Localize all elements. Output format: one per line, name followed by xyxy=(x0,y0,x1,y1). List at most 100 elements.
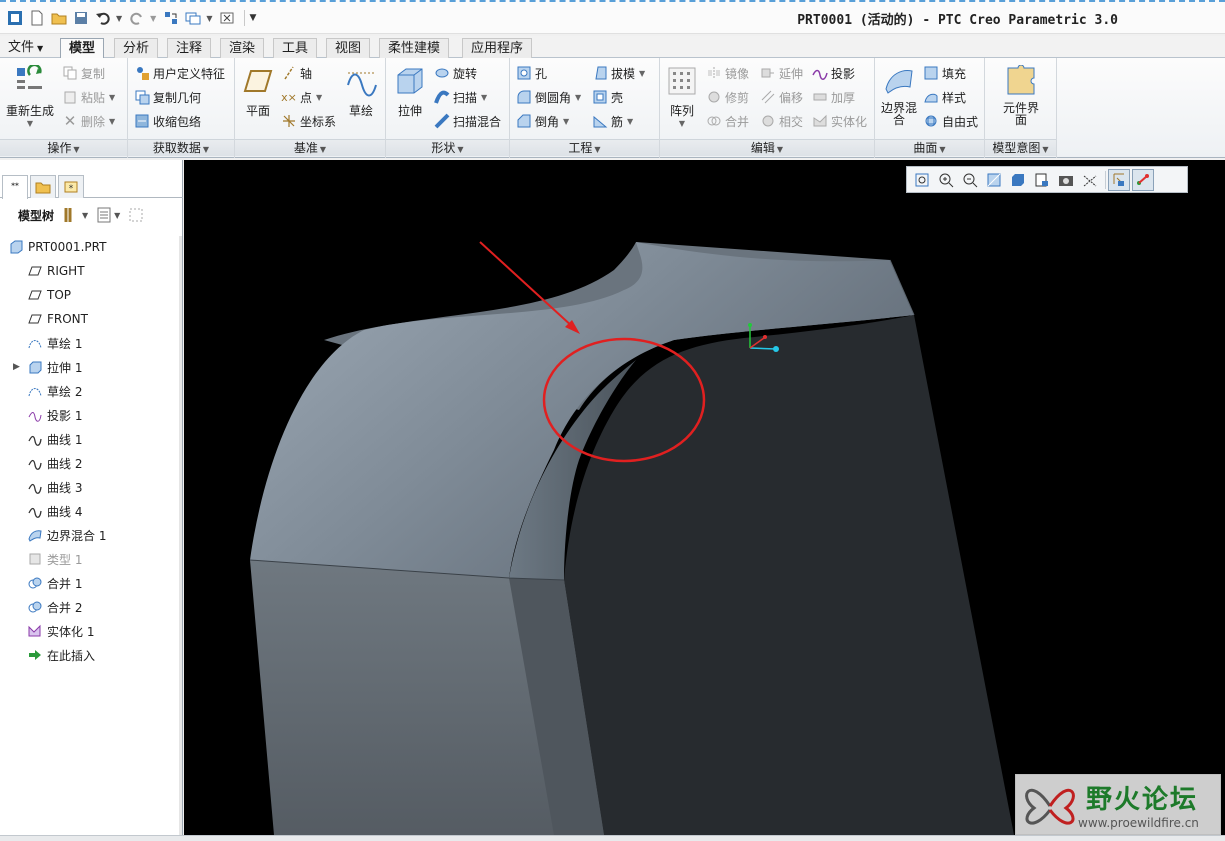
tree-node-part[interactable]: PRT0001.PRT xyxy=(0,236,106,258)
chamfer-button[interactable]: 倒角 ▼ xyxy=(516,111,569,131)
undo-icon[interactable] xyxy=(94,9,112,27)
tree-node-boundary-blend-1[interactable]: 边界混合 1 xyxy=(0,524,106,546)
tree-node-insert-here[interactable]: 在此插入 xyxy=(0,644,95,666)
model-tree-tab[interactable]: ᕯ xyxy=(2,175,28,199)
tree-settings-icon[interactable]: ▼ xyxy=(62,206,88,224)
saved-orientations-icon[interactable] xyxy=(1031,169,1053,191)
tree-node-solidify-1[interactable]: 实体化 1 xyxy=(0,620,94,642)
csys-button[interactable]: 坐标系 xyxy=(281,111,336,131)
extrude-button[interactable]: 拉伸 xyxy=(392,64,428,119)
delete-button[interactable]: ✕ 删除 ▼ xyxy=(62,111,115,131)
regenerate-icon[interactable] xyxy=(162,9,180,27)
copy-button[interactable]: 复制 xyxy=(62,63,105,83)
tree-node-sketch-2[interactable]: 草绘 2 xyxy=(0,380,82,402)
tree-node-merge-1[interactable]: 合并 1 xyxy=(0,572,82,594)
udf-button[interactable]: 用户定义特征 xyxy=(134,63,225,83)
group-label-engineering[interactable]: 工程 ▼ xyxy=(510,139,659,156)
round-button[interactable]: 倒圆角 ▼ xyxy=(516,87,581,107)
swept-blend-button[interactable]: 扫描混合 xyxy=(434,111,501,131)
view-manager-icon[interactable] xyxy=(1055,169,1077,191)
tree-node-merge-2[interactable]: 合并 2 xyxy=(0,596,82,618)
rib-button[interactable]: 筋 ▼ xyxy=(592,111,633,131)
tree-node-sketch-1[interactable]: 草绘 1 xyxy=(0,332,82,354)
trim-button[interactable]: 修剪 xyxy=(706,87,749,107)
draft-button[interactable]: 拔模 ▼ xyxy=(592,63,645,83)
point-button[interactable]: x× 点 ▼ xyxy=(281,87,322,107)
group-label-get-data[interactable]: 获取数据 ▼ xyxy=(128,139,234,156)
tree-node-extrude-1[interactable]: ▶ 拉伸 1 xyxy=(0,356,82,378)
show-menu-icon[interactable]: ▼ xyxy=(96,207,120,223)
tree-node-curve-1[interactable]: 曲线 1 xyxy=(0,428,82,450)
display-style-icon[interactable] xyxy=(1007,169,1029,191)
shrinkwrap-button[interactable]: 收缩包络 xyxy=(134,111,201,131)
sweep-button[interactable]: 扫描 ▼ xyxy=(434,87,487,107)
folder-browser-tab[interactable] xyxy=(30,175,56,198)
tab-flexible-modeling[interactable]: 柔性建模 xyxy=(379,38,450,58)
extend-button[interactable]: 延伸 xyxy=(760,63,803,83)
project-button[interactable]: 投影 xyxy=(812,63,855,83)
windows-dropdown-icon[interactable]: ▼ xyxy=(206,14,212,23)
tree-node-top[interactable]: TOP xyxy=(0,284,71,306)
zoom-in-icon[interactable] xyxy=(935,169,957,191)
expand-arrow-icon[interactable]: ▶ xyxy=(13,362,23,372)
pattern-button[interactable]: 阵列 ▼ xyxy=(664,64,700,128)
tree-node-right[interactable]: RIGHT xyxy=(0,260,85,282)
axis-button[interactable]: 轴 xyxy=(281,63,312,83)
redo-dropdown-icon[interactable]: ▼ xyxy=(150,14,156,23)
refit-icon[interactable] xyxy=(911,169,933,191)
app-icon[interactable] xyxy=(6,9,24,27)
thicken-button[interactable]: 加厚 xyxy=(812,87,855,107)
offset-button[interactable]: 偏移 xyxy=(760,87,803,107)
close-window-icon[interactable] xyxy=(218,9,236,27)
tab-render[interactable]: 渲染 xyxy=(220,38,265,58)
tree-node-projection-1[interactable]: 投影 1 xyxy=(0,404,82,426)
tree-node-curve-2[interactable]: 曲线 2 xyxy=(0,452,82,474)
tree-scrollbar[interactable] xyxy=(179,236,182,836)
tab-file[interactable]: 文件 ▼ xyxy=(0,38,51,58)
tree-node-curve-4[interactable]: 曲线 4 xyxy=(0,500,82,522)
copy-geometry-button[interactable]: 复制几何 xyxy=(134,87,201,107)
shell-button[interactable]: 壳 xyxy=(592,87,623,107)
hole-button[interactable]: 孔 xyxy=(516,63,547,83)
repaint-icon[interactable] xyxy=(983,169,1005,191)
fill-button[interactable]: 填充 xyxy=(923,63,966,83)
style-button[interactable]: 样式 xyxy=(923,87,966,107)
boundary-blend-button[interactable]: 边界混合 xyxy=(881,64,917,126)
group-label-editing[interactable]: 编辑 ▼ xyxy=(660,139,874,156)
model-3d-view[interactable] xyxy=(184,160,1225,835)
mirror-button[interactable]: 镜像 xyxy=(706,63,749,83)
new-file-icon[interactable] xyxy=(28,9,46,27)
tab-model[interactable]: 模型 xyxy=(60,38,105,59)
group-label-model-intent[interactable]: 模型意图 ▼ xyxy=(985,139,1056,156)
favorites-tab[interactable]: * xyxy=(58,175,84,198)
tab-annotate[interactable]: 注释 xyxy=(167,38,212,58)
tree-node-curve-3[interactable]: 曲线 3 xyxy=(0,476,82,498)
tree-node-front[interactable]: FRONT xyxy=(0,308,88,330)
tab-applications[interactable]: 应用程序 xyxy=(462,38,533,58)
perspective-icon[interactable] xyxy=(1079,169,1101,191)
open-folder-icon[interactable] xyxy=(50,9,68,27)
tree-filter-icon[interactable] xyxy=(128,207,144,223)
customize-qa-icon[interactable]: ▼ xyxy=(249,13,256,23)
windows-icon[interactable] xyxy=(184,9,202,27)
datum-display-filter-icon[interactable] xyxy=(1108,168,1130,191)
merge-button[interactable]: 合并 xyxy=(706,111,749,131)
sketch-button[interactable]: 草绘 xyxy=(343,64,379,119)
plane-button[interactable]: 平面 xyxy=(241,64,275,119)
tab-analysis[interactable]: 分析 xyxy=(114,38,159,58)
save-icon[interactable] xyxy=(72,9,90,27)
freestyle-button[interactable]: 自由式 xyxy=(923,111,978,131)
group-label-datum[interactable]: 基准 ▼ xyxy=(235,139,385,156)
group-label-operations[interactable]: 操作 ▼ xyxy=(0,139,127,156)
intersect-button[interactable]: 相交 xyxy=(760,111,803,131)
annotation-display-icon[interactable] xyxy=(1132,168,1154,191)
zoom-out-icon[interactable] xyxy=(959,169,981,191)
solidify-button[interactable]: 实体化 xyxy=(812,111,867,131)
revolve-button[interactable]: 旋转 xyxy=(434,63,477,83)
redo-icon[interactable] xyxy=(128,9,146,27)
group-label-shapes[interactable]: 形状 ▼ xyxy=(386,139,509,156)
graphics-viewport[interactable] xyxy=(184,160,1225,835)
paste-button[interactable]: 粘贴 ▼ xyxy=(62,87,115,107)
tree-node-type-1[interactable]: 类型 1 xyxy=(0,548,82,570)
regenerate-button[interactable]: 重新生成 ▼ xyxy=(6,64,54,128)
